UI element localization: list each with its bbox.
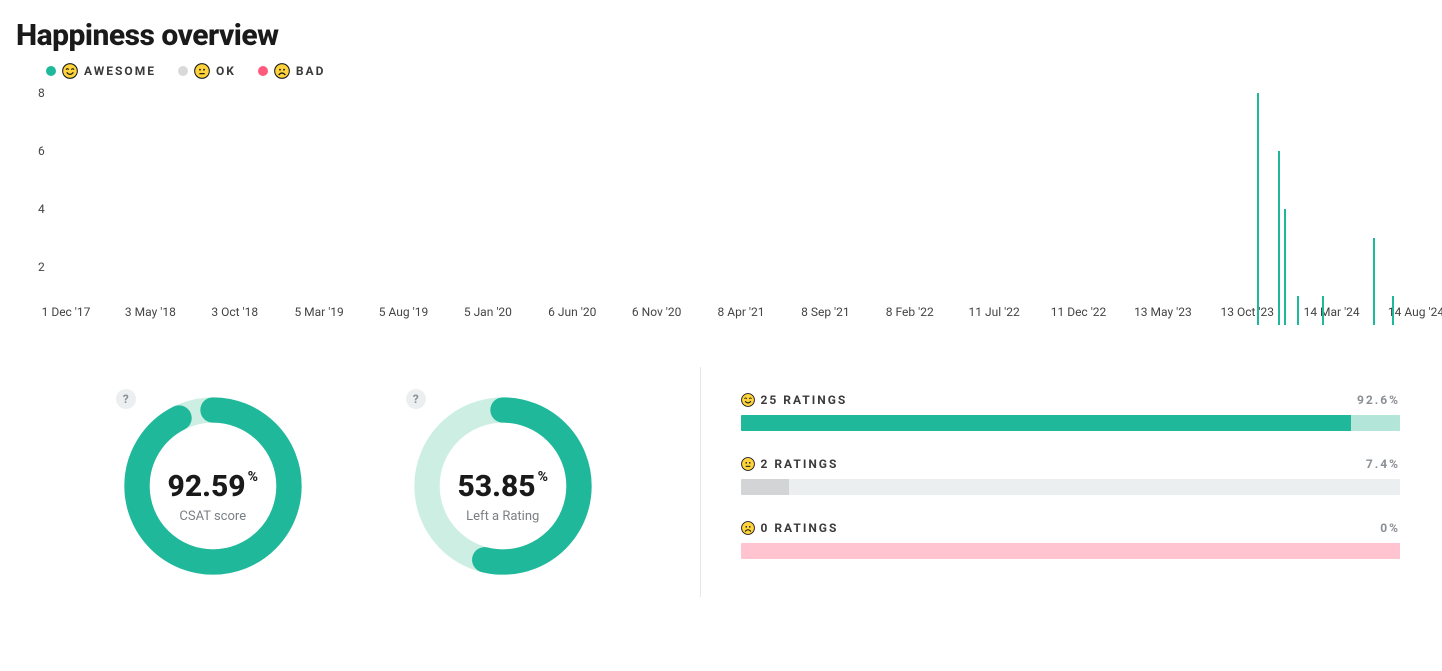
- chart-bar: [1257, 93, 1259, 325]
- x-tick: 6 Jun '20: [548, 305, 596, 319]
- bad-face-icon: [741, 521, 755, 535]
- rating-row-awesome: 25 RATINGS 92.6%: [741, 393, 1401, 431]
- rating-count-bad: 0 RATINGS: [741, 521, 839, 535]
- csat-value: 92.59%: [118, 469, 308, 504]
- help-icon[interactable]: ?: [406, 389, 426, 409]
- chart-bar: [1284, 209, 1286, 325]
- chart-legend: AWESOME OK BAD: [46, 63, 1426, 79]
- rating-pct-bad: 0%: [1380, 521, 1400, 535]
- legend-item-bad[interactable]: BAD: [258, 63, 326, 79]
- x-tick: 6 Nov '20: [632, 305, 681, 319]
- rating-bar-awesome: [741, 415, 1401, 431]
- legend-item-awesome[interactable]: AWESOME: [46, 63, 156, 79]
- csat-donut: ? 92.59% CSAT score: [118, 391, 308, 585]
- x-tick: 14 Mar '24: [1304, 305, 1360, 319]
- legend-dot-bad: [258, 66, 268, 76]
- rating-count-awesome: 25 RATINGS: [741, 393, 848, 407]
- awesome-face-icon: [62, 63, 78, 79]
- x-tick: 13 Oct '23: [1221, 305, 1275, 319]
- rated-value: 53.85%: [408, 469, 598, 504]
- awesome-face-icon: [741, 393, 755, 407]
- chart-bar: [1392, 296, 1394, 325]
- y-tick: 8: [38, 86, 45, 100]
- csat-label: CSAT score: [118, 509, 308, 524]
- x-tick: 14 Aug '24: [1388, 305, 1442, 319]
- rating-row-ok: 2 RATINGS 7.4%: [741, 457, 1401, 495]
- x-tick: 13 May '23: [1134, 305, 1192, 319]
- y-tick: 2: [38, 260, 45, 274]
- chart-bar: [1373, 238, 1375, 325]
- chart-bar: [1297, 296, 1299, 325]
- legend-label-bad: BAD: [296, 64, 326, 78]
- rating-row-bad: 0 RATINGS 0%: [741, 521, 1401, 559]
- happiness-bar-chart: 2468 1 Dec '173 May '183 Oct '185 Mar '1…: [38, 93, 1416, 353]
- y-tick: 4: [38, 202, 45, 216]
- rating-bar-ok: [741, 479, 1401, 495]
- rated-label: Left a Rating: [408, 509, 598, 524]
- x-tick: 8 Sep '21: [801, 305, 850, 319]
- rated-donut: ? 53.85% Left a Rating: [408, 391, 598, 585]
- x-tick: 11 Jul '22: [969, 305, 1020, 319]
- x-tick: 5 Jan '20: [464, 305, 512, 319]
- x-tick: 8 Apr '21: [718, 305, 765, 319]
- x-axis: 1 Dec '173 May '183 Oct '185 Mar '195 Au…: [66, 297, 1416, 325]
- chart-plot-area: 1 Dec '173 May '183 Oct '185 Mar '195 Au…: [66, 93, 1416, 325]
- x-tick: 3 Oct '18: [211, 305, 258, 319]
- legend-dot-awesome: [46, 66, 56, 76]
- rating-pct-awesome: 92.6%: [1357, 393, 1400, 407]
- rating-bar-bad: [741, 543, 1401, 559]
- x-tick: 3 May '18: [125, 305, 176, 319]
- x-tick: 1 Dec '17: [42, 305, 91, 319]
- x-tick: 5 Mar '19: [294, 305, 343, 319]
- page-title: Happiness overview: [16, 18, 1426, 53]
- rating-count-ok: 2 RATINGS: [741, 457, 839, 471]
- chart-bar: [1278, 151, 1280, 325]
- x-tick: 11 Dec '22: [1051, 305, 1107, 319]
- ratings-breakdown-panel: 25 RATINGS 92.6% 2 RATINGS: [701, 367, 1427, 597]
- ok-face-icon: [741, 457, 755, 471]
- y-tick: 6: [38, 144, 45, 158]
- legend-label-awesome: AWESOME: [84, 64, 156, 78]
- y-axis: 2468: [38, 93, 66, 325]
- legend-label-ok: OK: [216, 64, 236, 78]
- legend-dot-ok: [178, 66, 188, 76]
- x-tick: 5 Aug '19: [379, 305, 428, 319]
- x-tick: 8 Feb '22: [886, 305, 934, 319]
- legend-item-ok[interactable]: OK: [178, 63, 236, 79]
- bad-face-icon: [274, 63, 290, 79]
- chart-bar: [1322, 296, 1324, 325]
- rating-pct-ok: 7.4%: [1366, 457, 1400, 471]
- score-gauges-panel: ? 92.59% CSAT score ? 53.85%: [16, 367, 701, 597]
- ok-face-icon: [194, 63, 210, 79]
- help-icon[interactable]: ?: [116, 389, 136, 409]
